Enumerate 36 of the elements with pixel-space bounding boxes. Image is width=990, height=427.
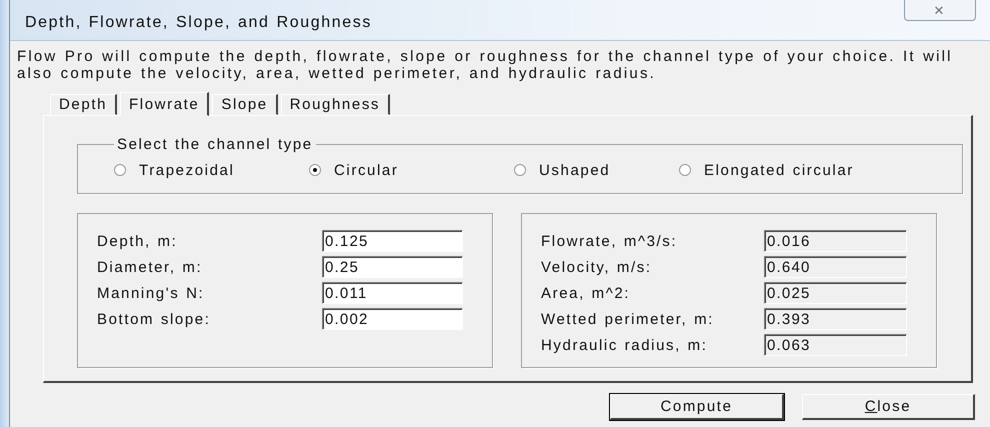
field-label: Manning's N:	[97, 284, 206, 302]
radio-option[interactable]: Ushaped	[514, 162, 679, 178]
close-icon[interactable]: ✕	[904, 0, 976, 21]
radio-option[interactable]: Trapezoidal	[114, 162, 309, 178]
radio-option[interactable]: Circular	[309, 162, 514, 178]
radio-unchecked-icon[interactable]	[114, 164, 126, 176]
field-label: Area, m^2:	[541, 284, 632, 302]
field-label: Bottom slope:	[97, 310, 212, 328]
field-label: Wetted perimeter, m:	[541, 310, 715, 328]
radio-option[interactable]: Elongated circular	[679, 162, 879, 178]
input-field[interactable]: 0.125	[322, 230, 463, 252]
field-label: Depth, m:	[97, 232, 178, 250]
input-field[interactable]: 0.002	[322, 308, 463, 330]
radio-checked-icon[interactable]	[309, 164, 321, 176]
dialog-button[interactable]: Close	[802, 394, 975, 420]
result-field[interactable]: 0.063	[764, 334, 907, 356]
description-text: Flow Pro will compute the depth, flowrate, slope or roughness for the channel type of your choice. It will also compute the velocity, area, wetted perimeter, and hydraulic radius.	[17, 48, 954, 82]
result-field[interactable]: 0.025	[764, 282, 907, 304]
field-label: Velocity, m/s:	[541, 258, 653, 276]
field-label: Hydraulic radius, m:	[541, 336, 709, 354]
result-field[interactable]: 0.393	[764, 308, 907, 330]
tab[interactable]: Slope	[212, 94, 278, 115]
result-field[interactable]: 0.016	[764, 230, 907, 252]
field-label: Flowrate, m^3/s:	[541, 232, 678, 250]
tab[interactable]: Depth	[50, 94, 118, 115]
input-field[interactable]: 0.011	[322, 282, 463, 304]
result-field[interactable]: 0.640	[764, 256, 907, 278]
dialog-button[interactable]: Compute	[610, 394, 784, 420]
field-label: Diameter, m:	[97, 258, 204, 276]
window-title: Depth, Flowrate, Slope, and Roughness	[24, 13, 372, 32]
tab[interactable]: Flowrate	[120, 92, 210, 116]
tab[interactable]: Roughness	[280, 94, 390, 115]
radio-unchecked-icon[interactable]	[679, 164, 691, 176]
group-label: Select the channel type	[116, 136, 314, 153]
radio-unchecked-icon[interactable]	[514, 164, 526, 176]
input-field[interactable]: 0.25	[322, 256, 463, 278]
